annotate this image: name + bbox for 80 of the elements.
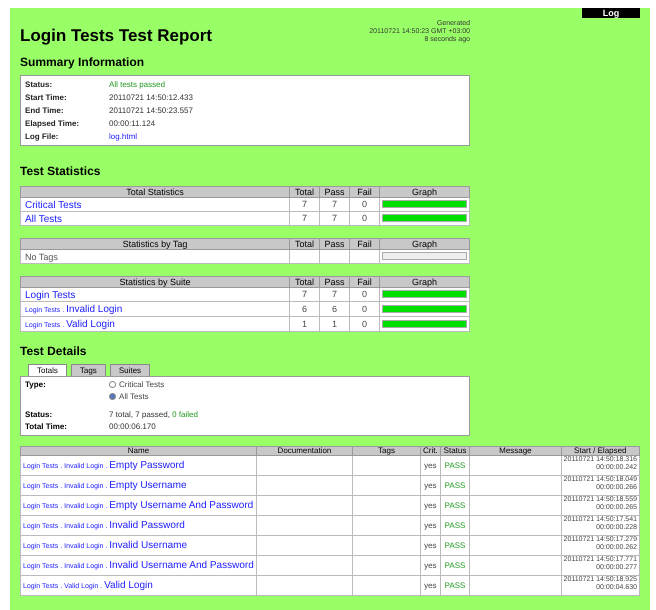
table-cell: yes <box>424 501 437 510</box>
column-header: Message <box>470 446 562 455</box>
summary-value: 20110721 14:50:23.557 <box>109 104 193 116</box>
status-pass: PASS <box>444 561 466 570</box>
total-time-label: Total Time: <box>25 420 68 432</box>
table-cell: yes <box>424 521 437 530</box>
column-header: Statistics by Suite <box>20 276 290 287</box>
summary-value: 00:00:11.124 <box>109 118 156 130</box>
section-title: Test Statistics <box>20 164 102 178</box>
table-cell: 0 <box>362 213 367 223</box>
test-link[interactable]: Critical Tests <box>25 198 82 210</box>
status-pass: PASS <box>444 581 466 590</box>
column-header: Fail <box>350 186 380 197</box>
table-cell: 0 <box>362 318 367 328</box>
column-header: Documentation <box>256 446 353 455</box>
status-label: Status: <box>25 408 54 420</box>
table-cell: 0 <box>362 199 367 209</box>
total-time-value: 00:00:06.170 <box>109 420 156 432</box>
table-cell: yes <box>424 581 437 590</box>
column-header: Total Statistics <box>20 186 290 197</box>
column-header: Total <box>290 238 320 249</box>
table-cell: 7 <box>332 213 337 223</box>
column-header: Graph <box>380 186 470 197</box>
table-cell: 7 <box>332 199 337 209</box>
column-header: Graph <box>380 276 470 287</box>
summary-label: Elapsed Time: <box>25 118 80 130</box>
section-title: Test Details <box>20 344 88 358</box>
column-header: Status <box>440 446 470 455</box>
status-pass: PASS <box>444 521 466 530</box>
table-cell: 0 <box>362 304 367 314</box>
stat-label: No Tags <box>25 252 58 262</box>
status-pass: PASS <box>444 461 466 470</box>
table-cell: 7 <box>332 289 337 299</box>
table-cell: yes <box>424 541 437 550</box>
table-cell: yes <box>424 561 437 570</box>
summary-label: End Time: <box>25 104 65 116</box>
table-cell: 0 <box>362 289 367 299</box>
table-cell: 6 <box>302 304 307 314</box>
table-cell: yes <box>424 461 437 470</box>
summary-label: Status: <box>25 78 54 90</box>
table-cell: 1 <box>302 318 307 328</box>
status-pass: PASS <box>444 481 466 490</box>
radio-option[interactable]: Critical Tests <box>109 378 164 390</box>
column-header: Graph <box>380 238 470 249</box>
column-header: Total <box>290 276 320 287</box>
status-value: 7 total, 7 passed, 0 failed <box>109 408 198 420</box>
section-title: Summary Information <box>20 54 146 68</box>
column-header: Total <box>290 186 320 197</box>
column-header: Fail <box>350 276 380 287</box>
column-header: Statistics by Tag <box>20 238 290 249</box>
log-button[interactable]: Log <box>582 8 640 18</box>
summary-value: 20110721 14:50:12.433 <box>109 92 193 104</box>
test-link[interactable]: All Tests <box>25 212 62 224</box>
column-header: Pass <box>320 238 350 249</box>
table-cell: 7 <box>302 213 307 223</box>
column-header: Pass <box>320 186 350 197</box>
tab[interactable]: Suites <box>110 364 150 376</box>
column-header: Pass <box>320 276 350 287</box>
status-pass: PASS <box>444 501 466 510</box>
table-cell: 7 <box>302 289 307 299</box>
table-cell: 6 <box>332 304 337 314</box>
column-header: Tags <box>352 446 420 455</box>
radio-option[interactable]: All Tests <box>109 390 164 402</box>
tab[interactable]: Totals <box>28 364 67 376</box>
summary-label: Start Time: <box>25 92 68 104</box>
summary-label: Log File: <box>25 130 60 142</box>
table-cell: 7 <box>302 199 307 209</box>
column-header: Fail <box>350 238 380 249</box>
summary-value: All tests passed <box>109 78 166 90</box>
tab[interactable]: Tags <box>70 364 106 376</box>
log-file-link[interactable]: log.html <box>109 130 138 142</box>
column-header: Crit. <box>420 446 440 455</box>
column-header: Start / Elapsed <box>561 446 640 455</box>
table-cell: 1 <box>332 318 337 328</box>
table-cell: yes <box>424 481 437 490</box>
status-pass: PASS <box>444 541 466 550</box>
column-header: Name <box>20 446 256 455</box>
type-label: Type: <box>25 378 47 391</box>
report-title: Login Tests Test Report <box>20 25 212 47</box>
test-link[interactable]: Login Tests <box>25 288 76 300</box>
